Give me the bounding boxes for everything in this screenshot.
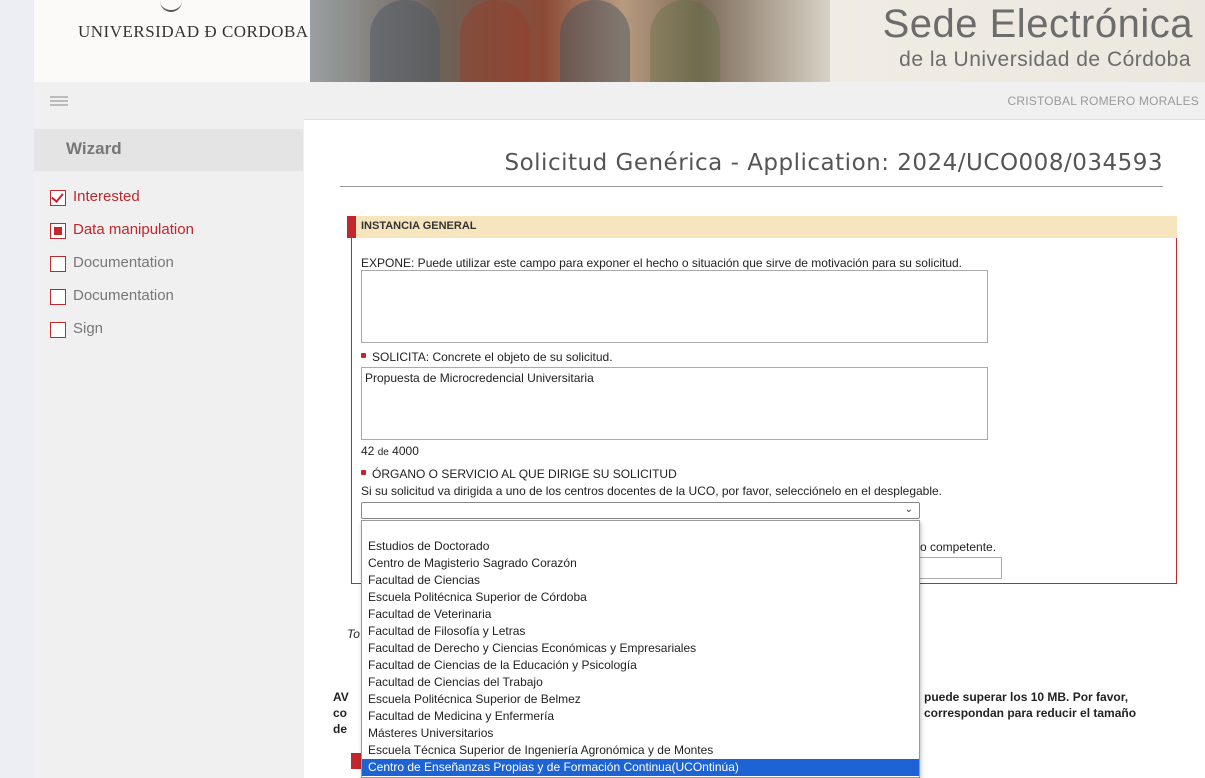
organo-select[interactable]: ⌄ bbox=[361, 502, 920, 519]
step-label: Documentation bbox=[73, 287, 174, 304]
site-title: Sede Electrónica bbox=[882, 2, 1193, 46]
dropdown-option[interactable]: Facultad de Medicina y Enfermería bbox=[362, 708, 919, 725]
aviso-prefix: AV bbox=[333, 690, 349, 704]
page-title: Solicitud Genérica - Application: 2024/U… bbox=[504, 150, 1163, 176]
char-counter: 42 de 4000 bbox=[361, 444, 419, 458]
expone-label: EXPONE: Puede utilizar este campo para e… bbox=[361, 256, 962, 270]
step-label: Sign bbox=[73, 320, 104, 337]
dropdown-option[interactable] bbox=[362, 521, 919, 538]
section-marker bbox=[351, 753, 361, 769]
solicita-textarea[interactable]: Propuesta de Microcredencial Universitar… bbox=[361, 367, 988, 440]
solicita-label-text: SOLICITA: Concrete el objeto de su solic… bbox=[372, 350, 613, 364]
competente-text: o competente. bbox=[920, 540, 997, 554]
dropdown-option[interactable]: Facultad de Filosofía y Letras bbox=[362, 623, 919, 640]
checkbox-empty-icon bbox=[50, 256, 66, 272]
aviso-prefix-3: de bbox=[333, 722, 348, 736]
step-label: Data manipulation bbox=[73, 221, 194, 238]
crest-icon bbox=[160, 0, 182, 12]
aviso-text-1: puede superar los 10 MB. Por favor, bbox=[924, 690, 1129, 704]
checkbox-empty-icon bbox=[50, 289, 66, 305]
dropdown-option[interactable]: Escuela Politécnica Superior de Córdoba bbox=[362, 589, 919, 606]
logo-text: UNIVERSIDAD Ð CORDOBA bbox=[78, 22, 309, 41]
wizard-sidebar: Wizard Interested Data manipulation Docu… bbox=[34, 119, 304, 778]
chevron-down-icon: ⌄ bbox=[904, 504, 913, 515]
step-label: Documentation bbox=[73, 254, 174, 271]
wizard-title: Wizard bbox=[66, 139, 122, 158]
dropdown-option[interactable]: Másteres Universitarios bbox=[362, 725, 919, 742]
wizard-heading: Wizard bbox=[34, 129, 303, 171]
char-count: 42 bbox=[361, 444, 375, 458]
dropdown-option[interactable]: Estudios de Doctorado bbox=[362, 538, 919, 555]
university-logo[interactable]: UNIVERSIDAD Ð CORDOBA bbox=[34, 0, 310, 82]
dropdown-option[interactable]: Facultad de Ciencias de la Educación y P… bbox=[362, 657, 919, 674]
required-marker-icon bbox=[361, 353, 366, 358]
step-label: Interested bbox=[73, 188, 140, 205]
section-header: INSTANCIA GENERAL bbox=[347, 216, 1177, 238]
site-subtitle: de la Universidad de Córdoba bbox=[899, 48, 1191, 71]
solicita-label: SOLICITA: Concrete el objeto de su solic… bbox=[361, 350, 613, 364]
aviso-text-2: correspondan para reducir el tamaño bbox=[924, 706, 1137, 720]
site-header: UNIVERSIDAD Ð CORDOBA Sede Electrónica d… bbox=[34, 0, 1205, 82]
top-bar: CRISTOBAL ROMERO MORALES bbox=[34, 82, 1205, 120]
section-title: INSTANCIA GENERAL bbox=[361, 220, 477, 232]
aviso-prefix-2: co bbox=[333, 706, 348, 720]
organo-label-text: ÓRGANO O SERVICIO AL QUE DIRIGE SU SOLIC… bbox=[372, 467, 677, 481]
dropdown-option[interactable]: Centro de Magisterio Sagrado Corazón bbox=[362, 555, 919, 572]
checkbox-checked-icon bbox=[50, 190, 66, 206]
checkbox-empty-icon bbox=[50, 322, 66, 338]
to-text: To bbox=[347, 627, 360, 641]
dropdown-option[interactable]: Escuela Politécnica Superior de Belmez bbox=[362, 691, 919, 708]
hamburger-menu-icon[interactable] bbox=[50, 96, 68, 106]
organo-label: ÓRGANO O SERVICIO AL QUE DIRIGE SU SOLIC… bbox=[361, 467, 677, 481]
dropdown-option[interactable]: Escuela Técnica Superior de Ingeniería A… bbox=[362, 742, 919, 759]
dropdown-option[interactable]: Facultad de Ciencias bbox=[362, 572, 919, 589]
dropdown-option-highlighted[interactable]: Centro de Enseñanzas Propias y de Formac… bbox=[362, 759, 919, 776]
dropdown-option[interactable]: Facultad de Derecho y Ciencias Económica… bbox=[362, 640, 919, 657]
dropdown-option[interactable]: Facultad de Ciencias del Trabajo bbox=[362, 674, 919, 691]
title-divider bbox=[340, 186, 1163, 187]
expone-textarea[interactable] bbox=[361, 270, 988, 343]
char-sep: de bbox=[377, 447, 389, 458]
page: UNIVERSIDAD Ð CORDOBA Sede Electrónica d… bbox=[34, 0, 1205, 778]
required-marker-icon bbox=[361, 470, 366, 475]
header-photo bbox=[310, 0, 830, 82]
dropdown-option[interactable]: Facultad de Veterinaria bbox=[362, 606, 919, 623]
char-max: 4000 bbox=[392, 444, 419, 458]
organo-help: Si su solicitud va dirigida a uno de los… bbox=[361, 484, 943, 498]
user-name[interactable]: CRISTOBAL ROMERO MORALES bbox=[1007, 94, 1199, 108]
checkbox-current-icon bbox=[50, 223, 66, 239]
organo-dropdown-list[interactable]: Estudios de Doctorado Centro de Magister… bbox=[361, 520, 920, 778]
